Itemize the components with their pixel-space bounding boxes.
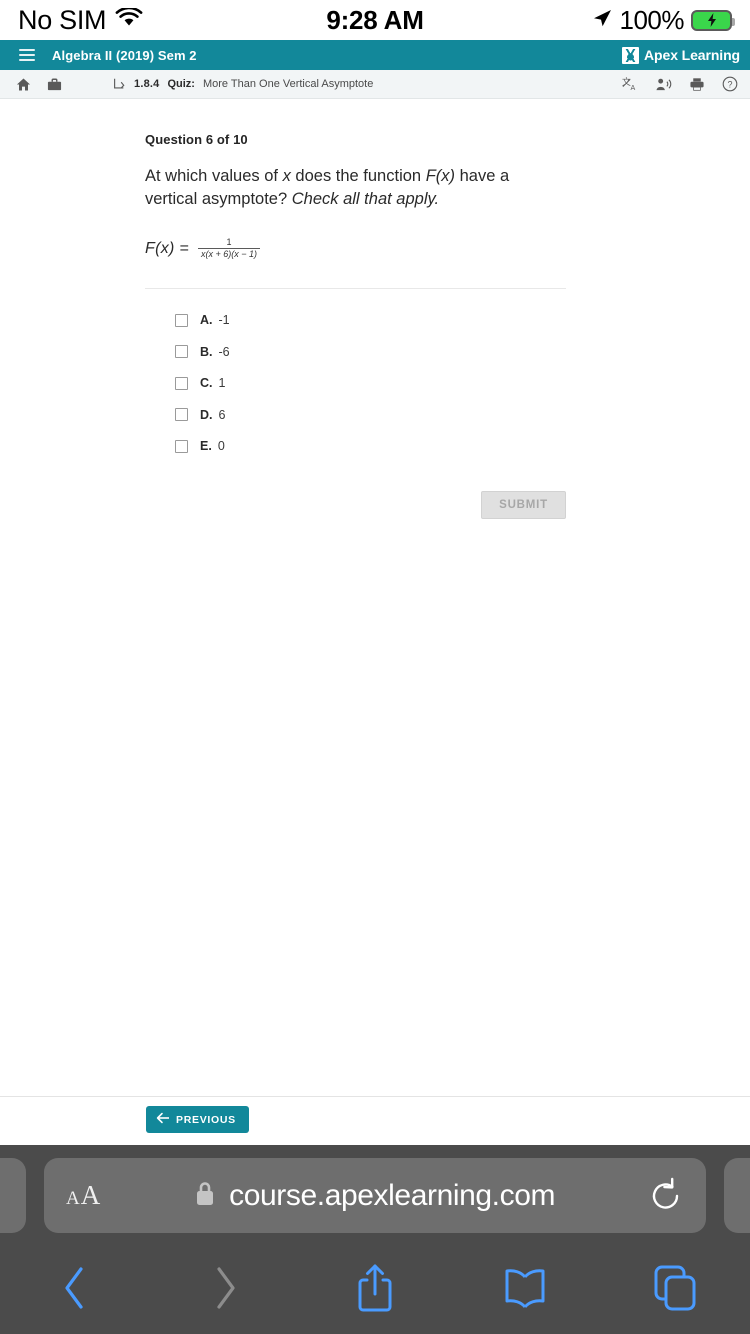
- lesson-toolbar-left: [16, 77, 62, 92]
- hamburger-menu-icon[interactable]: [16, 49, 35, 61]
- lesson-number: 1.8.4: [134, 78, 160, 90]
- question-prompt: At which values of x does the function F…: [145, 165, 523, 212]
- safari-bottom-toolbar: [0, 1246, 750, 1334]
- answer-option-c[interactable]: C. 1: [145, 368, 575, 400]
- prompt-segment-1: At which values of: [145, 167, 283, 185]
- svg-text:A: A: [630, 84, 635, 92]
- prompt-segment-2: does the function: [290, 167, 426, 185]
- lock-icon: [193, 1178, 217, 1213]
- question-card: Question 6 of 10 At which values of x do…: [0, 100, 575, 520]
- prompt-variable-x: x: [282, 167, 291, 185]
- formula-fraction: 1 x(x + 6)(x − 1): [198, 236, 261, 260]
- help-circle-icon[interactable]: ?: [722, 76, 738, 92]
- quiz-footer-nav: PREVIOUS: [0, 1096, 750, 1145]
- clock-label: 9:28 AM: [326, 4, 424, 35]
- fraction-denominator: x(x + 6)(x − 1): [201, 249, 258, 260]
- activity-type-label: Quiz:: [167, 78, 195, 90]
- checkbox-e[interactable]: [175, 439, 188, 453]
- option-value-e: 0: [217, 439, 225, 454]
- tab-peek-right[interactable]: [724, 1158, 750, 1233]
- option-letter-c: C.: [200, 376, 213, 391]
- translate-icon[interactable]: 文 A: [622, 76, 638, 92]
- section-divider: [145, 287, 566, 289]
- arrow-left-icon: [156, 1111, 170, 1129]
- apex-logo-label: Apex Learning: [644, 47, 740, 63]
- option-letter-e: E.: [200, 439, 212, 454]
- url-text: course.apexlearning.com: [229, 1178, 556, 1212]
- read-aloud-icon[interactable]: [655, 77, 672, 92]
- checkbox-b[interactable]: [175, 345, 188, 359]
- battery-charging-icon: [691, 9, 735, 31]
- share-button[interactable]: [300, 1262, 450, 1319]
- option-value-a: -1: [218, 313, 230, 328]
- function-formula: F(x) = 1 x(x + 6)(x − 1): [145, 236, 575, 260]
- lesson-toolbar: 1.8.4 Quiz: More Than One Vertical Asymp…: [0, 70, 750, 99]
- prompt-variable-fx: F(x): [425, 167, 456, 185]
- tab-peek-left[interactable]: [0, 1158, 26, 1233]
- briefcase-icon[interactable]: [47, 77, 62, 92]
- option-letter-b: B.: [200, 344, 213, 359]
- option-letter-a: A.: [200, 313, 213, 328]
- quiz-content-area: Question 6 of 10 At which values of x do…: [0, 100, 750, 1096]
- home-icon[interactable]: [16, 77, 31, 92]
- question-counter: Question 6 of 10: [145, 132, 248, 147]
- previous-button[interactable]: PREVIOUS: [146, 1106, 249, 1133]
- book-icon: [502, 1266, 548, 1315]
- previous-button-label: PREVIOUS: [176, 1113, 236, 1126]
- answer-option-a[interactable]: A. -1: [145, 305, 575, 337]
- option-value-c: 1: [218, 376, 226, 391]
- checkbox-a[interactable]: [175, 313, 188, 327]
- svg-text:?: ?: [727, 80, 732, 90]
- bookmarks-button[interactable]: [450, 1266, 600, 1315]
- reload-icon[interactable]: [648, 1177, 684, 1215]
- apex-course-header: Algebra II (2019) Sem 2 Apex Learning: [0, 40, 750, 70]
- submit-button[interactable]: SUBMIT: [481, 491, 566, 520]
- tabs-button[interactable]: [600, 1264, 750, 1317]
- print-icon[interactable]: [689, 77, 705, 92]
- answer-option-d[interactable]: D. 6: [145, 399, 575, 431]
- checkbox-c[interactable]: [175, 376, 188, 390]
- fraction-numerator: 1: [226, 236, 232, 247]
- text-size-button[interactable]: AA: [66, 1180, 100, 1211]
- breadcrumb: 1.8.4 Quiz: More Than One Vertical Asymp…: [112, 77, 373, 91]
- safari-address-bar-area: AA course.apexlearning.com: [0, 1145, 750, 1246]
- url-display: course.apexlearning.com: [100, 1178, 648, 1213]
- tabs-icon: [653, 1264, 697, 1317]
- answer-option-b[interactable]: B. -6: [145, 336, 575, 368]
- ios-status-bar: No SIM 9:28 AM 100%: [0, 0, 750, 40]
- apex-logo-mark-icon: [622, 46, 640, 64]
- answer-options-list: A. -1 B. -6 C. 1 D. 6 E. 0: [145, 305, 575, 463]
- apex-learning-logo: Apex Learning: [622, 46, 740, 64]
- answer-option-e[interactable]: E. 0: [145, 431, 575, 463]
- activity-title: More Than One Vertical Asymptote: [202, 78, 374, 90]
- share-icon: [354, 1262, 396, 1319]
- chevron-right-icon: [210, 1265, 240, 1316]
- lesson-toolbar-right: 文 A ?: [622, 76, 738, 92]
- prompt-instruction: Check all that apply.: [291, 190, 440, 209]
- course-title: Algebra II (2019) Sem 2: [52, 47, 197, 63]
- checkbox-d[interactable]: [175, 408, 188, 422]
- back-button[interactable]: [0, 1265, 150, 1316]
- option-letter-d: D.: [200, 407, 213, 422]
- option-value-d: 6: [218, 407, 226, 422]
- text-size-small-a: A: [66, 1188, 80, 1209]
- text-size-big-a: A: [80, 1180, 101, 1210]
- up-level-arrow-icon[interactable]: [112, 77, 126, 91]
- chevron-left-icon: [60, 1265, 90, 1316]
- formula-left-side: F(x) =: [145, 239, 190, 257]
- forward-button: [150, 1265, 300, 1316]
- url-input[interactable]: AA course.apexlearning.com: [44, 1158, 706, 1233]
- submit-row: SUBMIT: [145, 491, 566, 520]
- option-value-b: -6: [218, 344, 230, 359]
